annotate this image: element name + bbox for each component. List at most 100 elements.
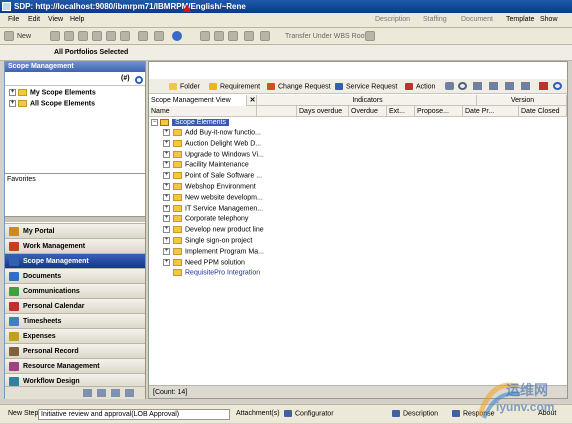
- expand-icon[interactable]: +: [9, 100, 16, 107]
- tools-icon[interactable]: [365, 31, 375, 41]
- column-ext[interactable]: Ext...: [387, 106, 415, 117]
- expand-icon[interactable]: +: [163, 139, 170, 147]
- save-icon[interactable]: [50, 31, 60, 41]
- configurator-button[interactable]: Configurator: [284, 410, 334, 417]
- paste-icon[interactable]: [200, 31, 210, 41]
- tree-row[interactable]: + Implement Program Ma...: [163, 247, 264, 255]
- menu-edit[interactable]: Edit: [28, 16, 40, 23]
- tree-row[interactable]: + Point of Sale Software ...: [163, 172, 262, 180]
- nav-item-work-management[interactable]: Work Management: [5, 238, 145, 253]
- tree-root[interactable]: − Scope Elements: [151, 119, 229, 127]
- expand-icon[interactable]: +: [163, 172, 170, 180]
- splitter-handle[interactable]: [5, 216, 145, 222]
- options-icon[interactable]: [111, 389, 120, 397]
- column-date-pr[interactable]: Date Pr...: [463, 106, 519, 117]
- folder-button[interactable]: Folder: [169, 83, 200, 90]
- tree-item-all-scope-elements[interactable]: + All Scope Elements: [9, 100, 95, 107]
- column-date-closed[interactable]: Date Closed: [519, 106, 567, 117]
- nav-item-personal-calendar[interactable]: Personal Calendar: [5, 298, 145, 313]
- link-icon[interactable]: [138, 31, 148, 41]
- expand-icon[interactable]: +: [163, 204, 170, 212]
- nav-item-communications[interactable]: Communications: [5, 283, 145, 298]
- menu-help[interactable]: Help: [70, 16, 84, 23]
- expand-icon[interactable]: +: [163, 129, 170, 136]
- close-view-icon[interactable]: ✕: [247, 95, 257, 106]
- tree-row[interactable]: + New website developm...: [163, 193, 263, 201]
- description-tool[interactable]: Description: [375, 16, 410, 23]
- expand-icon[interactable]: +: [163, 161, 170, 169]
- service-request-button[interactable]: Service Request: [335, 83, 397, 90]
- change-request-button[interactable]: Change Request: [267, 83, 331, 90]
- unlink-icon[interactable]: [154, 31, 164, 41]
- refresh-icon[interactable]: [553, 82, 562, 90]
- tree-row[interactable]: + Single sign-on project: [163, 237, 252, 244]
- refresh-icon[interactable]: [135, 76, 143, 84]
- action-button[interactable]: Action: [405, 83, 435, 90]
- options-icon[interactable]: [83, 389, 92, 397]
- tree-row[interactable]: + Develop new product line: [163, 226, 264, 234]
- collapse-icon[interactable]: −: [151, 119, 158, 126]
- expand-icon[interactable]: +: [163, 226, 170, 234]
- tree-row[interactable]: RequisitePro Integration: [163, 269, 260, 277]
- expand-icon[interactable]: +: [163, 193, 170, 201]
- settings-icon[interactable]: [244, 31, 254, 41]
- nav-item-my-portal[interactable]: My Portal: [5, 223, 145, 238]
- indent-icon[interactable]: [106, 31, 116, 41]
- column-overdue[interactable]: Overdue: [349, 106, 387, 117]
- view-selector[interactable]: Scope Management View: [149, 95, 247, 106]
- cut-icon[interactable]: [64, 31, 74, 41]
- expand-icon[interactable]: +: [163, 150, 170, 158]
- nav-item-documents[interactable]: Documents: [5, 268, 145, 283]
- description-button[interactable]: Description: [392, 410, 438, 417]
- doc-icon[interactable]: [521, 82, 530, 90]
- expand-icon[interactable]: +: [163, 258, 170, 266]
- expand-icon[interactable]: +: [163, 183, 170, 190]
- expand-icon[interactable]: +: [163, 247, 170, 255]
- staffing-tool[interactable]: Staffing: [423, 16, 447, 23]
- forward-icon[interactable]: [445, 82, 454, 90]
- move-icon[interactable]: [489, 82, 498, 90]
- workflow-step-select[interactable]: Initiative review and approval(LOB Appro…: [38, 409, 230, 420]
- copy-icon[interactable]: [214, 31, 224, 41]
- column-days-overdue[interactable]: Days overdue: [297, 106, 349, 117]
- outdent-icon[interactable]: [120, 31, 130, 41]
- expand-icon[interactable]: +: [9, 89, 16, 96]
- search-icon[interactable]: [458, 82, 467, 90]
- requirement-button[interactable]: Requirement: [209, 83, 260, 90]
- nav-item-scope-management[interactable]: Scope Management: [5, 253, 145, 268]
- move-up-icon[interactable]: [78, 31, 88, 41]
- document-tool[interactable]: Document: [461, 16, 493, 23]
- attachments-button[interactable]: Attachment(s): [236, 410, 280, 417]
- move-down-icon[interactable]: [92, 31, 102, 41]
- tree-row[interactable]: + Webshop Environment: [163, 183, 256, 190]
- tree-row[interactable]: + Upgrade to Windows Vi...: [163, 150, 264, 158]
- export-icon[interactable]: [505, 82, 514, 90]
- tree-row[interactable]: + IT Service Managemen...: [163, 204, 263, 212]
- options-icon[interactable]: [125, 389, 134, 397]
- delete-icon[interactable]: [539, 82, 548, 90]
- tree-item-my-scope-elements[interactable]: + My Scope Elements: [9, 89, 96, 96]
- tree-row[interactable]: + Need PPM solution: [163, 258, 245, 266]
- menu-file[interactable]: File: [8, 16, 19, 23]
- tree-row[interactable]: + Add Buy-it-now functio...: [163, 129, 261, 136]
- new-button[interactable]: New: [17, 33, 31, 40]
- expand-icon[interactable]: +: [163, 237, 170, 244]
- column-icon[interactable]: [257, 106, 297, 117]
- portfolio-selection[interactable]: All Portfolios Selected: [54, 49, 128, 56]
- tree-row[interactable]: + Facility Maintenance: [163, 161, 249, 169]
- swap-icon[interactable]: [473, 82, 482, 90]
- sun-icon[interactable]: [260, 31, 270, 41]
- help-icon[interactable]: [172, 31, 182, 41]
- nav-item-resource-management[interactable]: Resource Management: [5, 358, 145, 373]
- column-name[interactable]: Name: [149, 106, 257, 117]
- show-menu[interactable]: Show: [540, 16, 558, 23]
- tree-row[interactable]: + Corporate telephony: [163, 215, 248, 223]
- expand-icon[interactable]: +: [163, 215, 170, 223]
- nav-item-expenses[interactable]: Expenses: [5, 328, 145, 343]
- menu-view[interactable]: View: [48, 16, 63, 23]
- column-proposed[interactable]: Propose...: [415, 106, 463, 117]
- hash-filter-button[interactable]: (#): [121, 75, 130, 82]
- tree-row[interactable]: + Auction Delight Web D...: [163, 139, 261, 147]
- nav-item-personal-record[interactable]: Personal Record: [5, 343, 145, 358]
- options-icon[interactable]: [97, 389, 106, 397]
